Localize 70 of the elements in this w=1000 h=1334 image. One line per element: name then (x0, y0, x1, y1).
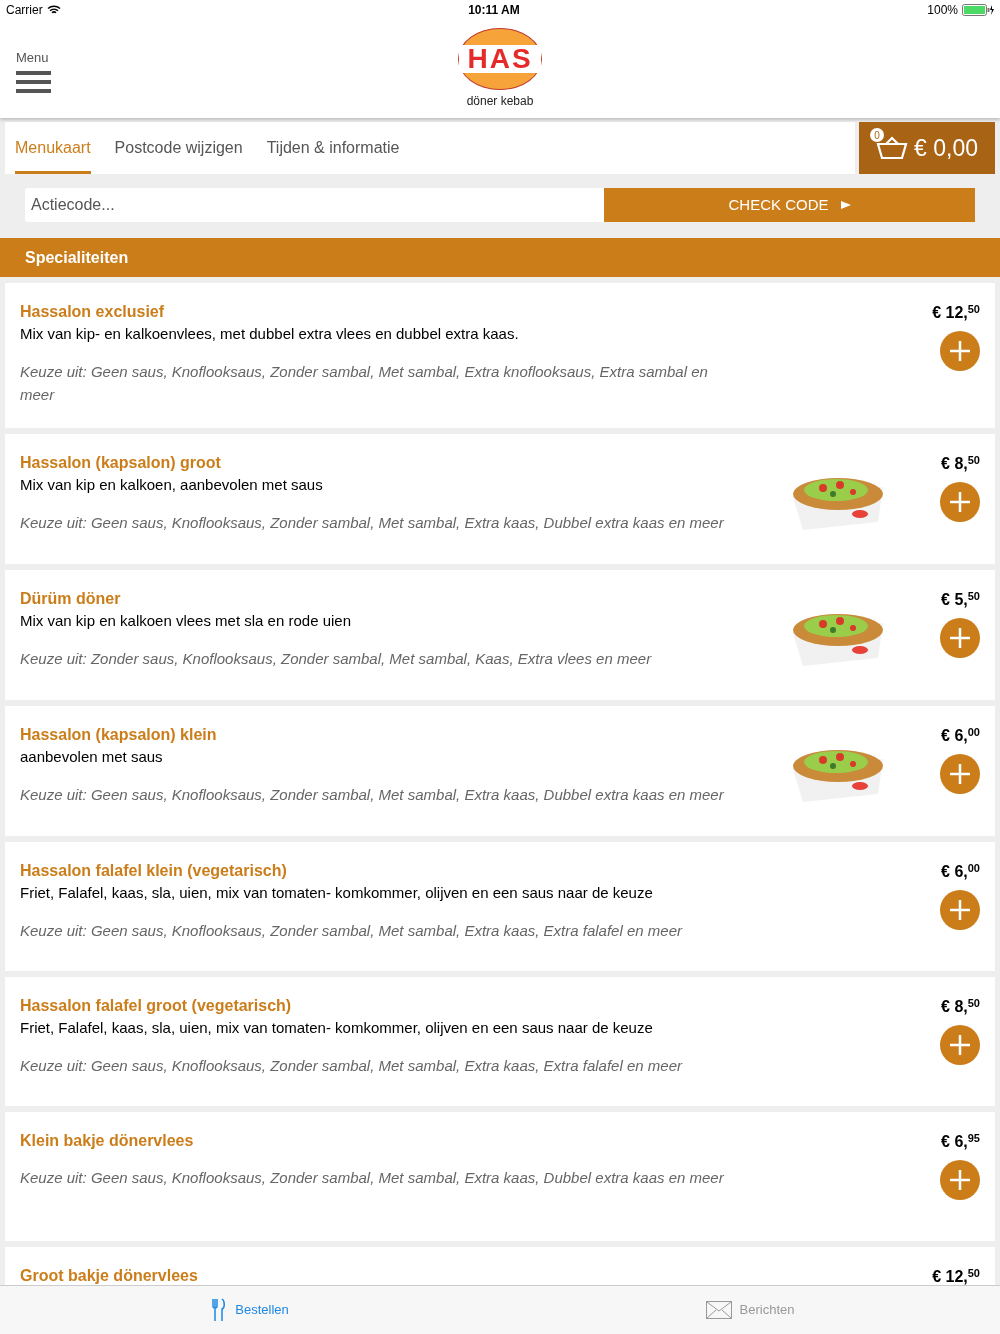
cart-count-badge: 0 (870, 128, 884, 142)
plus-icon (949, 627, 971, 649)
item-price: € 6,$^{00}$ (941, 860, 980, 882)
item-options: Keuze uit: Geen saus, Knoflooksaus, Zonder sambal, Met sambal, Extra kaas, Dubbel extra kaas en meer (20, 783, 745, 806)
item-options: Keuze uit: Geen saus, Knoflooksaus, Zonder sambal, Met sambal, Extra knoflooksaus, Extra sambal en meer (20, 360, 745, 406)
menu-item-card[interactable] (5, 842, 995, 971)
menu-item-card[interactable]: Hassalon (kapsalon) klein aanbevolen met saus Keuze uit: Geen saus, Knoflooksaus, Zonder sambal, Met sambal, Extra kaas, Dubbel extra kaas en meer € 6,$^{00}$ (5, 706, 995, 836)
envelope-icon (705, 1301, 732, 1319)
add-button[interactable] (940, 482, 980, 522)
item-options: Keuze uit: Geen saus, Knoflooksaus, Zonder sambal, Met sambal, Extra kaas, Dubbel extra kaas en meer (20, 1166, 745, 1189)
plus-icon (949, 340, 971, 362)
item-description: Friet, Falafel, kaas, sla, uien, mix van tomaten- komkommer, olijven en een saus naar de keuze (20, 883, 654, 903)
logo-subtitle: döner kebab (466, 93, 534, 110)
logo: HAS (458, 28, 542, 90)
item-price: € 8,$^{50}$ (941, 995, 980, 1017)
item-description: aanbevolen met saus (20, 747, 164, 767)
item-name: Groot bakje dönervlees (20, 1266, 199, 1285)
add-button[interactable] (940, 331, 980, 371)
plus-icon (949, 491, 971, 513)
item-price: € 6,$^{00}$ (941, 724, 980, 746)
plus-icon (949, 1034, 971, 1056)
item-options: Keuze uit: Geen saus, Knoflooksaus, Zonder sambal, Met sambal, Extra kaas, Extra falafel en meer (20, 1054, 745, 1077)
item-description: Mix van kip en kalkoen, aanbevolen met saus (20, 475, 324, 495)
cart-button[interactable]: 0 € 0,00 (859, 122, 995, 174)
play-arrow-icon (840, 200, 851, 210)
carrier-label: Carrier (6, 2, 43, 19)
battery-percent: 100% (927, 2, 958, 19)
item-name: Hassalon (kapsalon) groot (20, 453, 222, 473)
battery-icon (962, 4, 994, 16)
item-name: Hassalon exclusief (20, 302, 166, 322)
bottom-tab[interactable]: Bestellen (0, 1286, 500, 1334)
item-description: Mix van kip- en kalkoenvlees, met dubbel extra vlees en dubbel extra kaas. (20, 324, 520, 344)
item-options: Keuze uit: Geen saus, Knoflooksaus, Zonder sambal, Met sambal, Extra kaas, Extra falafel en meer (20, 919, 745, 942)
add-button[interactable] (940, 1160, 980, 1200)
menu-item-card[interactable]: Groot bakje dönervlees € 12,$^{50}$ (5, 1247, 995, 1285)
item-price: € 6,$^{95}$ (941, 1130, 980, 1152)
item-name: Hassalon falafel groot (vegetarisch) (20, 996, 293, 1016)
plus-icon (949, 1169, 971, 1191)
menu-item-card[interactable] (5, 283, 995, 428)
item-price: € 8,$^{50}$ (941, 452, 980, 474)
nav-tab[interactable]: Tijden & informatie (266, 122, 400, 174)
item-price: € 5,$^{50}$ (941, 588, 980, 610)
item-name: Hassalon (kapsalon) klein (20, 725, 218, 745)
item-description: Friet, Falafel, kaas, sla, uien, mix van tomaten- komkommer, olijven en een saus naar de keuze (20, 1018, 654, 1038)
add-button[interactable] (940, 1025, 980, 1065)
menu-item-card[interactable] (5, 977, 995, 1106)
menu-icon (16, 69, 51, 95)
item-description: Mix van kip en kalkoen vlees met sla en rode uien (20, 611, 352, 631)
item-name: Hassalon falafel klein (vegetarisch) (20, 861, 288, 881)
add-button[interactable] (940, 890, 980, 930)
menu-button[interactable]: Menu (16, 48, 51, 95)
add-button[interactable] (940, 618, 980, 658)
wifi-icon (46, 5, 61, 15)
item-options: Keuze uit: Geen saus, Knoflooksaus, Zonder sambal, Met sambal, Extra kaas, Dubbel extra kaas en meer (20, 511, 745, 534)
cutlery-icon (211, 1298, 228, 1322)
item-price: € 12,$^{50}$ (932, 1265, 980, 1285)
status-time: 10:11 AM (468, 2, 520, 19)
plus-icon (949, 763, 971, 785)
menu-item-card[interactable]: Hassalon (kapsalon) groot Mix van kip en kalkoen, aanbevolen met saus Keuze uit: Geen saus, Knoflooksaus, Zonder sambal, Met sambal, Extra kaas, Dubbel extra kaas en meer € 8,$^{50}$ (5, 434, 995, 564)
plus-icon (949, 899, 971, 921)
menu-item-card[interactable]: Dürüm döner Mix van kip en kalkoen vlees met sla en rode uien Keuze uit: Zonder saus, Knoflooksaus, Zonder sambal, Met sambal, Kaas, Extra vlees en meer € 5,$^{50}$ (5, 570, 995, 700)
item-options: Keuze uit: Zonder saus, Knoflooksaus, Zonder sambal, Met sambal, Kaas, Extra vlees en meer (20, 647, 745, 670)
item-price: € 12,$^{50}$ (932, 301, 980, 323)
add-button[interactable] (940, 754, 980, 794)
promo-code-field[interactable]: Actiecode... (25, 188, 604, 222)
category-header: Specialiteiten (0, 238, 1000, 277)
item-name: Dürüm döner (20, 589, 122, 609)
menu-item-card[interactable]: Klein bakje dönervlees Keuze uit: Geen saus, Knoflooksaus, Zonder sambal, Met sambal, Extra kaas, Dubbel extra kaas en meer € 6,$^{95}$ (5, 1112, 995, 1241)
item-name: Klein bakje dönervlees (20, 1131, 195, 1151)
nav-tab[interactable]: Postcode wijzigen (114, 122, 243, 174)
